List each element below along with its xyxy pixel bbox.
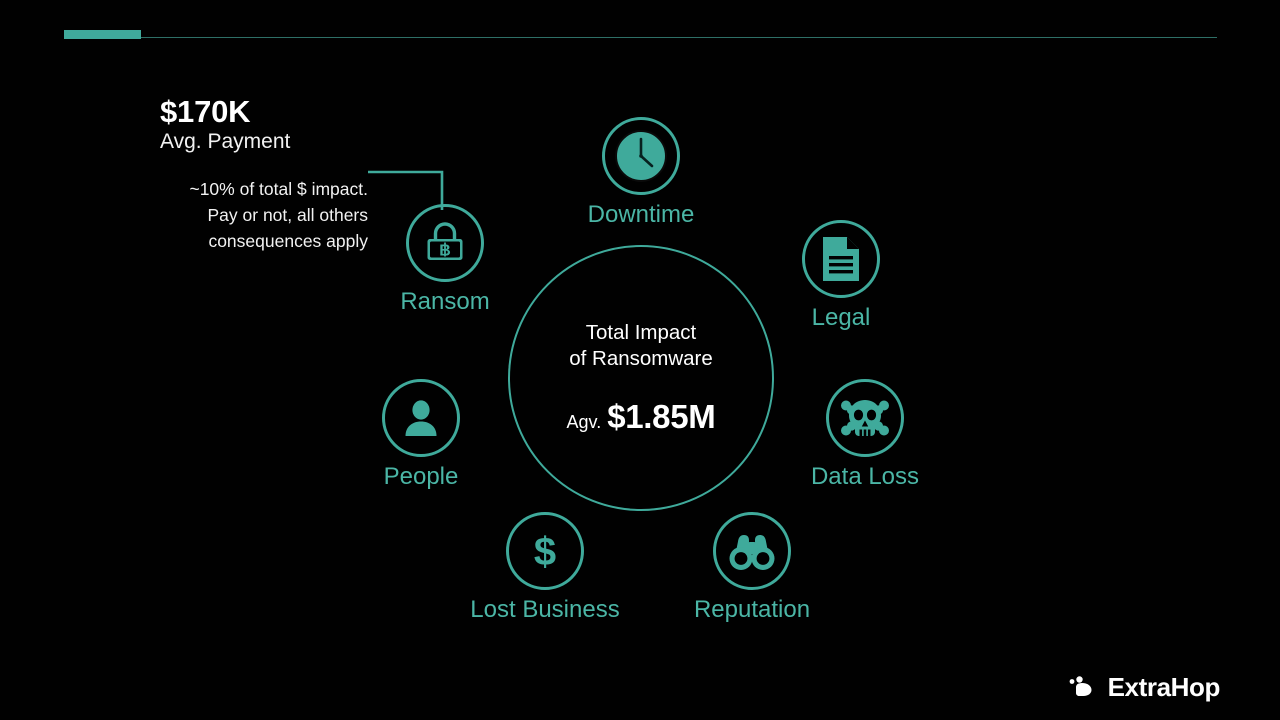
skull-crossbones-icon	[841, 400, 889, 436]
hub-title: Total Impact of Ransomware	[569, 320, 713, 372]
node-legal-label: Legal	[811, 304, 871, 331]
node-reputation[interactable]: Reputation	[694, 512, 810, 623]
node-people-label: People	[383, 463, 459, 490]
node-data-loss[interactable]: Data Loss	[811, 379, 919, 490]
extrahop-logo-text: ExtraHop	[1107, 672, 1221, 702]
node-lost-business-ring: $	[506, 512, 584, 590]
hub-value: $1.85M	[607, 398, 716, 436]
callout-note-line-1: ~10% of total $ impact.	[189, 179, 368, 200]
node-data-loss-label: Data Loss	[810, 463, 920, 490]
hub-value-prefix: Agv.	[566, 412, 602, 433]
node-legal-ring	[802, 220, 880, 298]
callout-note-line-3: consequences apply	[208, 230, 368, 251]
person-icon	[405, 400, 437, 436]
callout-note-line-2: Pay or not, all others	[207, 204, 369, 225]
hub-content: Total Impact of Ransomware Agv. $1.85M	[508, 245, 774, 511]
node-data-loss-ring	[826, 379, 904, 457]
padlock-bitcoin-icon: B	[427, 222, 463, 260]
node-reputation-ring	[713, 512, 791, 590]
node-downtime-label: Downtime	[587, 201, 695, 228]
hub-title-line-2: of Ransomware	[569, 347, 713, 370]
node-lost-business-label: Lost Business	[470, 596, 620, 623]
callout-block: $170K Avg. Payment ~10% of total $ impac…	[120, 94, 370, 255]
node-ransom-label: Ransom	[400, 288, 490, 315]
node-people-ring	[382, 379, 460, 457]
document-icon	[823, 237, 859, 281]
header-rule	[141, 37, 1217, 38]
node-reputation-label: Reputation	[693, 596, 811, 623]
node-downtime[interactable]: Downtime	[588, 117, 694, 228]
binoculars-icon	[729, 535, 775, 570]
callout-note: ~10% of total $ impact. Pay or not, all …	[120, 177, 368, 255]
node-lost-business[interactable]: $ Lost Business	[470, 512, 620, 623]
extrahop-logo-mark-icon	[1069, 676, 1092, 696]
header-accent-bar	[64, 30, 141, 39]
node-ransom-ring: B	[406, 204, 484, 282]
hub-title-line-1: Total Impact	[585, 320, 697, 344]
callout-amount: $170K	[160, 94, 251, 129]
dollar-icon: $	[534, 530, 556, 574]
callout-subtitle: Avg. Payment	[160, 129, 291, 153]
slide-canvas: $170K Avg. Payment ~10% of total $ impac…	[0, 0, 1280, 720]
node-people[interactable]: People	[382, 379, 460, 490]
hub-value-row: Agv. $1.85M	[567, 398, 716, 436]
svg-text:$: $	[534, 530, 556, 574]
node-ransom[interactable]: B Ransom	[400, 204, 490, 315]
clock-icon	[615, 130, 667, 182]
extrahop-logo: ExtraHop	[1068, 674, 1220, 700]
node-legal[interactable]: Legal	[802, 220, 880, 331]
node-downtime-ring	[602, 117, 680, 195]
